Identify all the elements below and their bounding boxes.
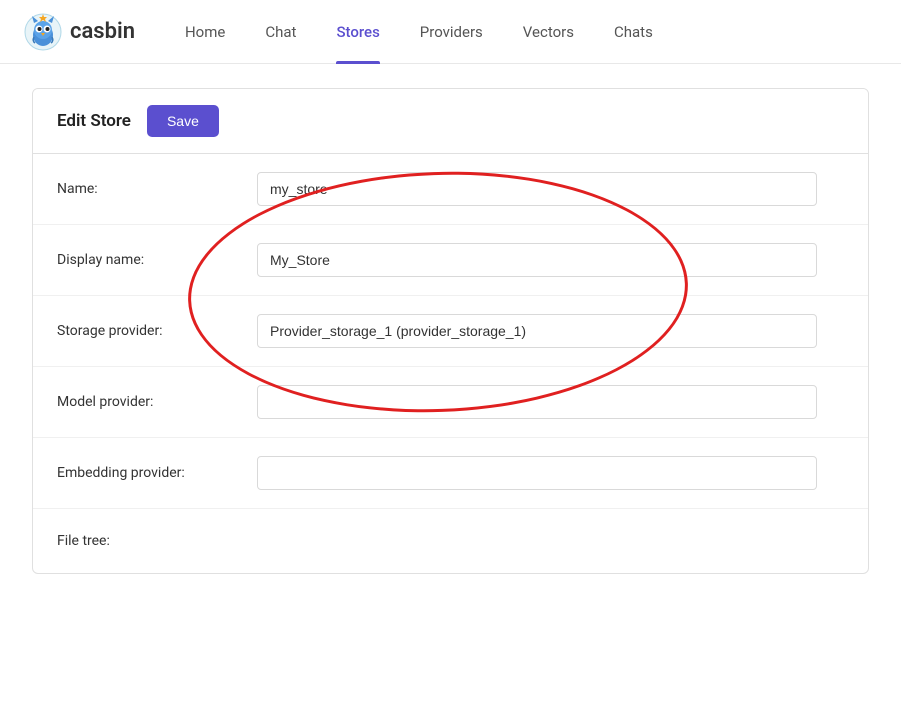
label-display-name: Display name: [57,252,257,268]
label-name: Name: [57,181,257,197]
form-row-embedding-provider: Embedding provider: [33,438,868,509]
main-nav: Home Chat Stores Providers Vectors Chats [167,0,671,63]
form-row-storage-provider: Storage provider: [33,296,868,367]
main-content: Edit Store Save Name: Display name: Stor… [0,64,901,598]
form-row-name: Name: [33,154,868,225]
nav-item-chats[interactable]: Chats [596,0,671,64]
card-title: Edit Store [57,111,131,131]
input-model-provider[interactable] [257,385,817,419]
logo-icon [24,13,62,51]
form-body: Name: Display name: Storage provider: Mo… [33,154,868,573]
nav-item-home[interactable]: Home [167,0,243,64]
nav-item-vectors[interactable]: Vectors [505,0,592,64]
logo[interactable]: casbin [24,13,135,51]
form-row-file-tree: File tree: [33,509,868,573]
label-embedding-provider: Embedding provider: [57,465,257,481]
nav-item-stores[interactable]: Stores [318,0,397,64]
input-name[interactable] [257,172,817,206]
nav-item-chat[interactable]: Chat [247,0,314,64]
card-header: Edit Store Save [33,89,868,154]
input-embedding-provider[interactable] [257,456,817,490]
header: casbin Home Chat Stores Providers Vector… [0,0,901,64]
input-display-name[interactable] [257,243,817,277]
save-button[interactable]: Save [147,105,219,137]
label-model-provider: Model provider: [57,394,257,410]
nav-item-providers[interactable]: Providers [402,0,501,64]
edit-store-card: Edit Store Save Name: Display name: Stor… [32,88,869,574]
logo-text: casbin [70,19,135,44]
form-row-model-provider: Model provider: [33,367,868,438]
label-storage-provider: Storage provider: [57,323,257,339]
form-row-display-name: Display name: [33,225,868,296]
input-storage-provider[interactable] [257,314,817,348]
label-file-tree: File tree: [57,533,257,549]
